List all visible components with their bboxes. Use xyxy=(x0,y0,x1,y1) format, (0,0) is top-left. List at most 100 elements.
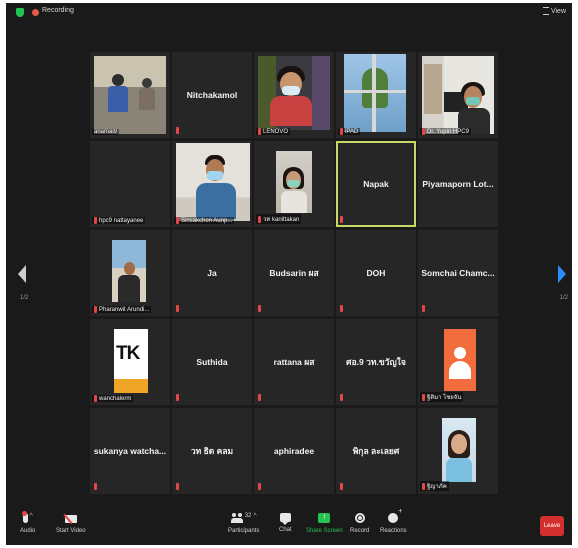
participant-tile[interactable]: iPAD xyxy=(336,52,416,138)
security-shield-icon[interactable] xyxy=(16,8,24,17)
participant-tile[interactable]: วท kanittakan xyxy=(254,141,334,227)
zoom-meeting-window: Recording View 1/2 1/2 anamai9 Nitchakam… xyxy=(6,3,572,545)
leave-button[interactable]: Leave xyxy=(540,516,564,536)
muted-microphone-icon xyxy=(21,511,28,523)
muted-mic-icon xyxy=(176,483,179,490)
participant-name: sukanya watcha... xyxy=(93,446,167,456)
record-button[interactable]: Record xyxy=(350,513,369,534)
muted-mic-icon xyxy=(422,305,425,312)
video-feed-lenovo xyxy=(258,56,330,130)
chat-label: Chat xyxy=(279,527,292,533)
share-screen-icon xyxy=(318,512,331,523)
participant-tile[interactable]: ฐิติมา ไชยจัน xyxy=(418,319,498,405)
audio-button[interactable]: ^ Audio xyxy=(20,511,35,534)
video-feed-thiyaphak xyxy=(442,418,476,482)
participant-tile[interactable]: ฐิญาภัค xyxy=(418,408,498,494)
video-feed-kanittakan xyxy=(276,151,312,213)
participant-tile[interactable]: DOH xyxy=(336,230,416,316)
participant-tile[interactable]: Budsarin ผส xyxy=(254,230,334,316)
participant-tile[interactable]: rattana ผส xyxy=(254,319,334,405)
share-screen-button[interactable]: Share Screen xyxy=(306,512,343,534)
muted-mic-icon xyxy=(422,482,425,490)
participant-label: LENOVO xyxy=(256,127,291,135)
participant-tile[interactable]: พิกุล ละเลยศ xyxy=(336,408,416,494)
participant-tile[interactable]: Sinsakchon Aunp... xyxy=(172,141,252,227)
participants-button[interactable]: 32 ^ Participants xyxy=(228,513,259,534)
muted-mic-icon xyxy=(176,305,179,312)
muted-mic-icon xyxy=(94,483,97,490)
meeting-topbar: Recording View xyxy=(6,3,572,23)
participant-tile[interactable]: TK wanchalerm xyxy=(90,319,170,405)
participant-name: วท ธิด คลม xyxy=(190,446,234,456)
participant-tile[interactable]: Ja xyxy=(172,230,252,316)
participant-label: anamai9 xyxy=(92,129,120,135)
previous-page-arrow-icon[interactable] xyxy=(18,265,26,283)
participants-label: Participants xyxy=(228,528,260,534)
chat-button[interactable]: Chat xyxy=(279,513,292,533)
active-speaker-tile[interactable]: Napak xyxy=(336,141,416,227)
record-label: Record xyxy=(350,528,370,534)
participant-name: Somchai Chamc... xyxy=(421,268,495,278)
page-indicator-right: 1/2 xyxy=(559,295,568,301)
reactions-button[interactable]: Reactions xyxy=(380,508,407,534)
participant-tile[interactable]: anamai9 xyxy=(90,52,170,138)
participant-label: wanchalerm xyxy=(92,394,134,402)
muted-mic-icon xyxy=(422,393,425,401)
muted-mic-icon xyxy=(340,127,343,135)
participant-tile[interactable]: sukanya watcha... xyxy=(90,408,170,494)
audio-options-caret-icon[interactable]: ^ xyxy=(30,513,33,520)
muted-mic-icon xyxy=(258,215,261,223)
view-button[interactable]: View xyxy=(542,7,566,15)
participant-name: Ja xyxy=(207,268,217,278)
default-avatar-icon xyxy=(444,329,476,391)
participant-name: ศอ.9 วท.ขวัญใจ xyxy=(346,357,406,367)
participant-tile[interactable]: Piyamaporn Lot... xyxy=(418,141,498,227)
participant-name: Nitchakamol xyxy=(186,90,238,100)
participant-tile[interactable]: hpc9 nattayanee xyxy=(90,141,170,227)
muted-mic-icon xyxy=(258,127,261,135)
participant-tile[interactable]: LENOVO xyxy=(254,52,334,138)
start-video-button[interactable]: Start Video xyxy=(56,513,86,534)
participant-name: พิกุล ละเลยศ xyxy=(352,446,400,456)
muted-mic-icon xyxy=(258,305,261,312)
gallery-grid: anamai9 Nitchakamol LENOVO iPAD Dr. Yupi… xyxy=(90,52,498,494)
page-indicator-left: 1/2 xyxy=(20,295,29,301)
participant-tile[interactable]: Suthida xyxy=(172,319,252,405)
participant-tile[interactable]: วท ธิด คลม xyxy=(172,408,252,494)
reactions-icon xyxy=(388,508,402,523)
participant-tile[interactable]: ศอ.9 วท.ขวัญใจ xyxy=(336,319,416,405)
profile-picture-tk-logo: TK xyxy=(114,329,148,393)
muted-mic-icon xyxy=(94,305,97,313)
participant-name: aphiradee xyxy=(273,446,315,456)
video-feed-ipad xyxy=(344,54,406,132)
video-feed-sinsakchon xyxy=(176,143,250,221)
meeting-toolbar: ^ Audio Start Video 32 ^ Participants Cha… xyxy=(6,507,572,545)
video-off-icon xyxy=(64,515,77,523)
participant-name: DOH xyxy=(366,268,386,278)
participants-icon xyxy=(230,513,243,523)
video-feed-room xyxy=(94,56,166,134)
view-label: View xyxy=(550,7,566,15)
participant-tile[interactable]: Pharanwit Arundi... xyxy=(90,230,170,316)
participant-label: Dr. Yupin HPC9 xyxy=(420,127,471,135)
participant-tile[interactable]: Nitchakamol xyxy=(172,52,252,138)
muted-mic-icon xyxy=(340,305,343,312)
muted-mic-icon xyxy=(94,216,97,224)
participant-label: Sinsakchon Aunp... xyxy=(174,216,235,224)
muted-mic-icon xyxy=(340,216,343,223)
start-video-label: Start Video xyxy=(56,528,86,534)
participants-caret-icon[interactable]: ^ xyxy=(253,513,256,520)
muted-mic-icon xyxy=(94,394,97,402)
muted-mic-icon xyxy=(422,127,425,135)
participant-name: Napak xyxy=(363,179,389,189)
chat-icon xyxy=(279,513,291,525)
reactions-label: Reactions xyxy=(380,528,407,534)
participant-name: Suthida xyxy=(196,357,228,367)
next-page-arrow-icon[interactable] xyxy=(558,265,566,283)
participant-tile[interactable]: Dr. Yupin HPC9 xyxy=(418,52,498,138)
participant-tile[interactable]: aphiradee xyxy=(254,408,334,494)
muted-mic-icon xyxy=(340,394,343,401)
video-feed-yupin xyxy=(422,56,494,134)
muted-mic-icon xyxy=(340,483,343,490)
participant-tile[interactable]: Somchai Chamc... xyxy=(418,230,498,316)
